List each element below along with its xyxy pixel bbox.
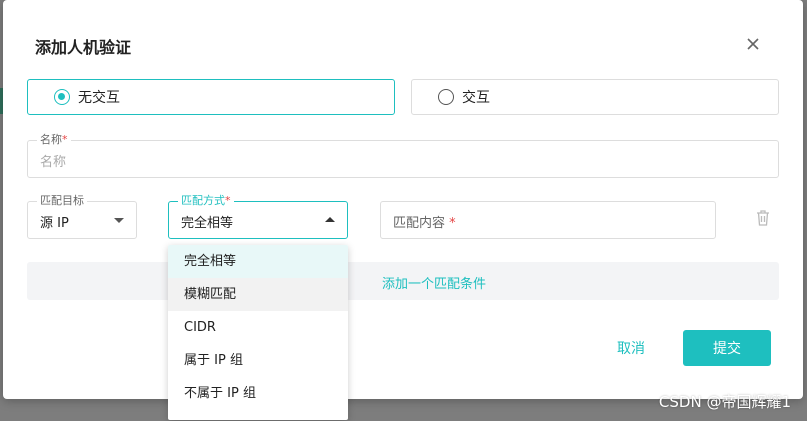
submit-button[interactable]: 提交 [683, 330, 771, 366]
match-method-select[interactable]: 匹配方式* 完全相等 [168, 194, 348, 239]
match-content-field[interactable]: 匹配内容 * [380, 201, 716, 239]
watermark: CSDN @帝国辉耀1 [658, 393, 791, 411]
add-captcha-dialog: 添加人机验证 无交互 交互 名称* 名称 匹配目标 源 IP 匹配方式* 完全相… [3, 0, 803, 399]
dialog-title: 添加人机验证 [35, 38, 132, 57]
add-condition-link[interactable]: 添加一个匹配条件 [382, 273, 486, 292]
name-field[interactable]: 名称* 名称 [27, 133, 779, 178]
radio-label-no-interaction: 无交互 [78, 90, 120, 106]
dropdown-option-exact[interactable]: 完全相等 [168, 245, 348, 278]
match-method-value: 完全相等 [181, 216, 234, 231]
radio-checked-icon [54, 89, 70, 105]
name-field-label: 名称* [37, 133, 71, 147]
dropdown-option-not-in-ip-group[interactable]: 不属于 IP 组 [168, 377, 348, 410]
name-field-placeholder: 名称 [40, 155, 67, 170]
cancel-button[interactable]: 取消 [603, 331, 659, 365]
match-method-dropdown: 完全相等 模糊匹配 CIDR 属于 IP 组 不属于 IP 组 [168, 245, 348, 420]
dropdown-option-fuzzy[interactable]: 模糊匹配 [168, 278, 348, 311]
dropdown-option-in-ip-group[interactable]: 属于 IP 组 [168, 344, 348, 377]
dropdown-option-cidr[interactable]: CIDR [168, 311, 348, 344]
match-target-select[interactable]: 匹配目标 源 IP [27, 194, 137, 239]
add-condition-bar[interactable]: 添加一个匹配条件 [27, 262, 779, 300]
trash-icon[interactable] [755, 209, 771, 227]
chevron-down-icon [114, 218, 124, 223]
radio-interaction[interactable]: 交互 [411, 79, 779, 115]
chevron-up-icon [325, 217, 335, 222]
radio-no-interaction[interactable]: 无交互 [27, 79, 395, 115]
close-icon[interactable] [743, 34, 763, 54]
match-target-label: 匹配目标 [37, 194, 87, 208]
match-method-label: 匹配方式* [178, 194, 234, 208]
match-target-value: 源 IP [40, 216, 69, 231]
match-content-placeholder: 匹配内容 * [393, 216, 456, 231]
radio-unchecked-icon [438, 89, 454, 105]
radio-label-interaction: 交互 [462, 90, 490, 106]
